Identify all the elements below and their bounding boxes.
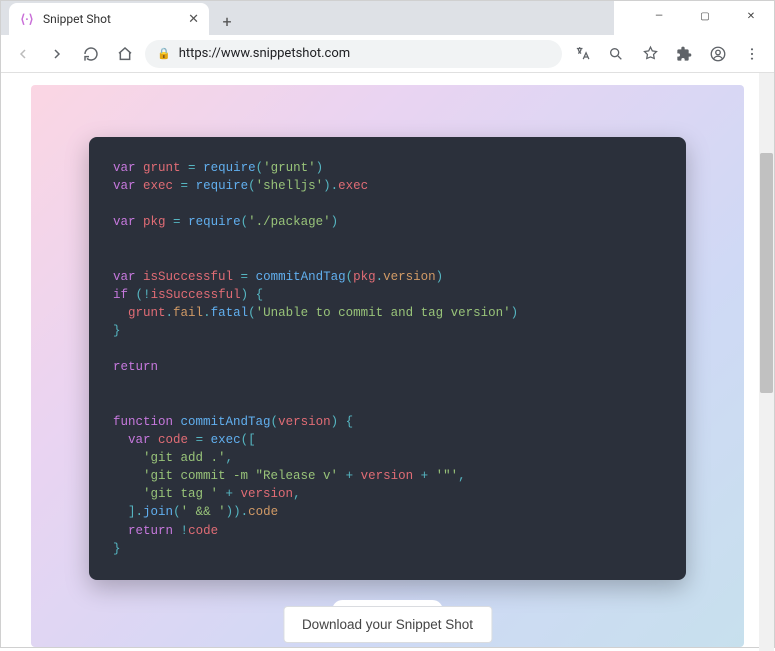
home-button[interactable]: [111, 40, 139, 68]
address-bar[interactable]: 🔒 https://www.snippetshot.com: [145, 40, 562, 68]
scrollbar-thumb[interactable]: [760, 153, 773, 393]
url-text: https://www.snippetshot.com: [179, 46, 350, 61]
tab-strip: ⟨·⟩ Snippet Shot ✕ +: [1, 1, 614, 35]
page-viewport: var grunt = require('grunt') var exec = …: [1, 73, 774, 651]
lock-icon: 🔒: [157, 47, 171, 60]
tab-close-icon[interactable]: ✕: [188, 12, 199, 27]
window-close-button[interactable]: ✕: [728, 1, 774, 31]
translate-icon[interactable]: [568, 40, 596, 68]
bookmark-star-icon[interactable]: [636, 40, 664, 68]
zoom-icon[interactable]: [602, 40, 630, 68]
code-block: var grunt = require('grunt') var exec = …: [89, 137, 686, 580]
tab-title: Snippet Shot: [43, 12, 180, 26]
profile-icon[interactable]: [704, 40, 732, 68]
download-button[interactable]: Download your Snippet Shot: [283, 606, 492, 643]
favicon-icon: ⟨·⟩: [19, 11, 35, 27]
browser-toolbar: 🔒 https://www.snippetshot.com: [1, 35, 774, 73]
snippet-gradient-card: var grunt = require('grunt') var exec = …: [31, 85, 744, 647]
extensions-icon[interactable]: [670, 40, 698, 68]
reload-button[interactable]: [77, 40, 105, 68]
back-button[interactable]: [9, 40, 37, 68]
menu-dots-icon[interactable]: [738, 40, 766, 68]
window-minimize-button[interactable]: —: [636, 1, 682, 31]
browser-tab[interactable]: ⟨·⟩ Snippet Shot ✕: [9, 3, 209, 35]
new-tab-button[interactable]: +: [213, 7, 241, 35]
window-maximize-button[interactable]: ▢: [682, 1, 728, 31]
vertical-scrollbar[interactable]: [759, 73, 774, 651]
forward-button[interactable]: [43, 40, 71, 68]
